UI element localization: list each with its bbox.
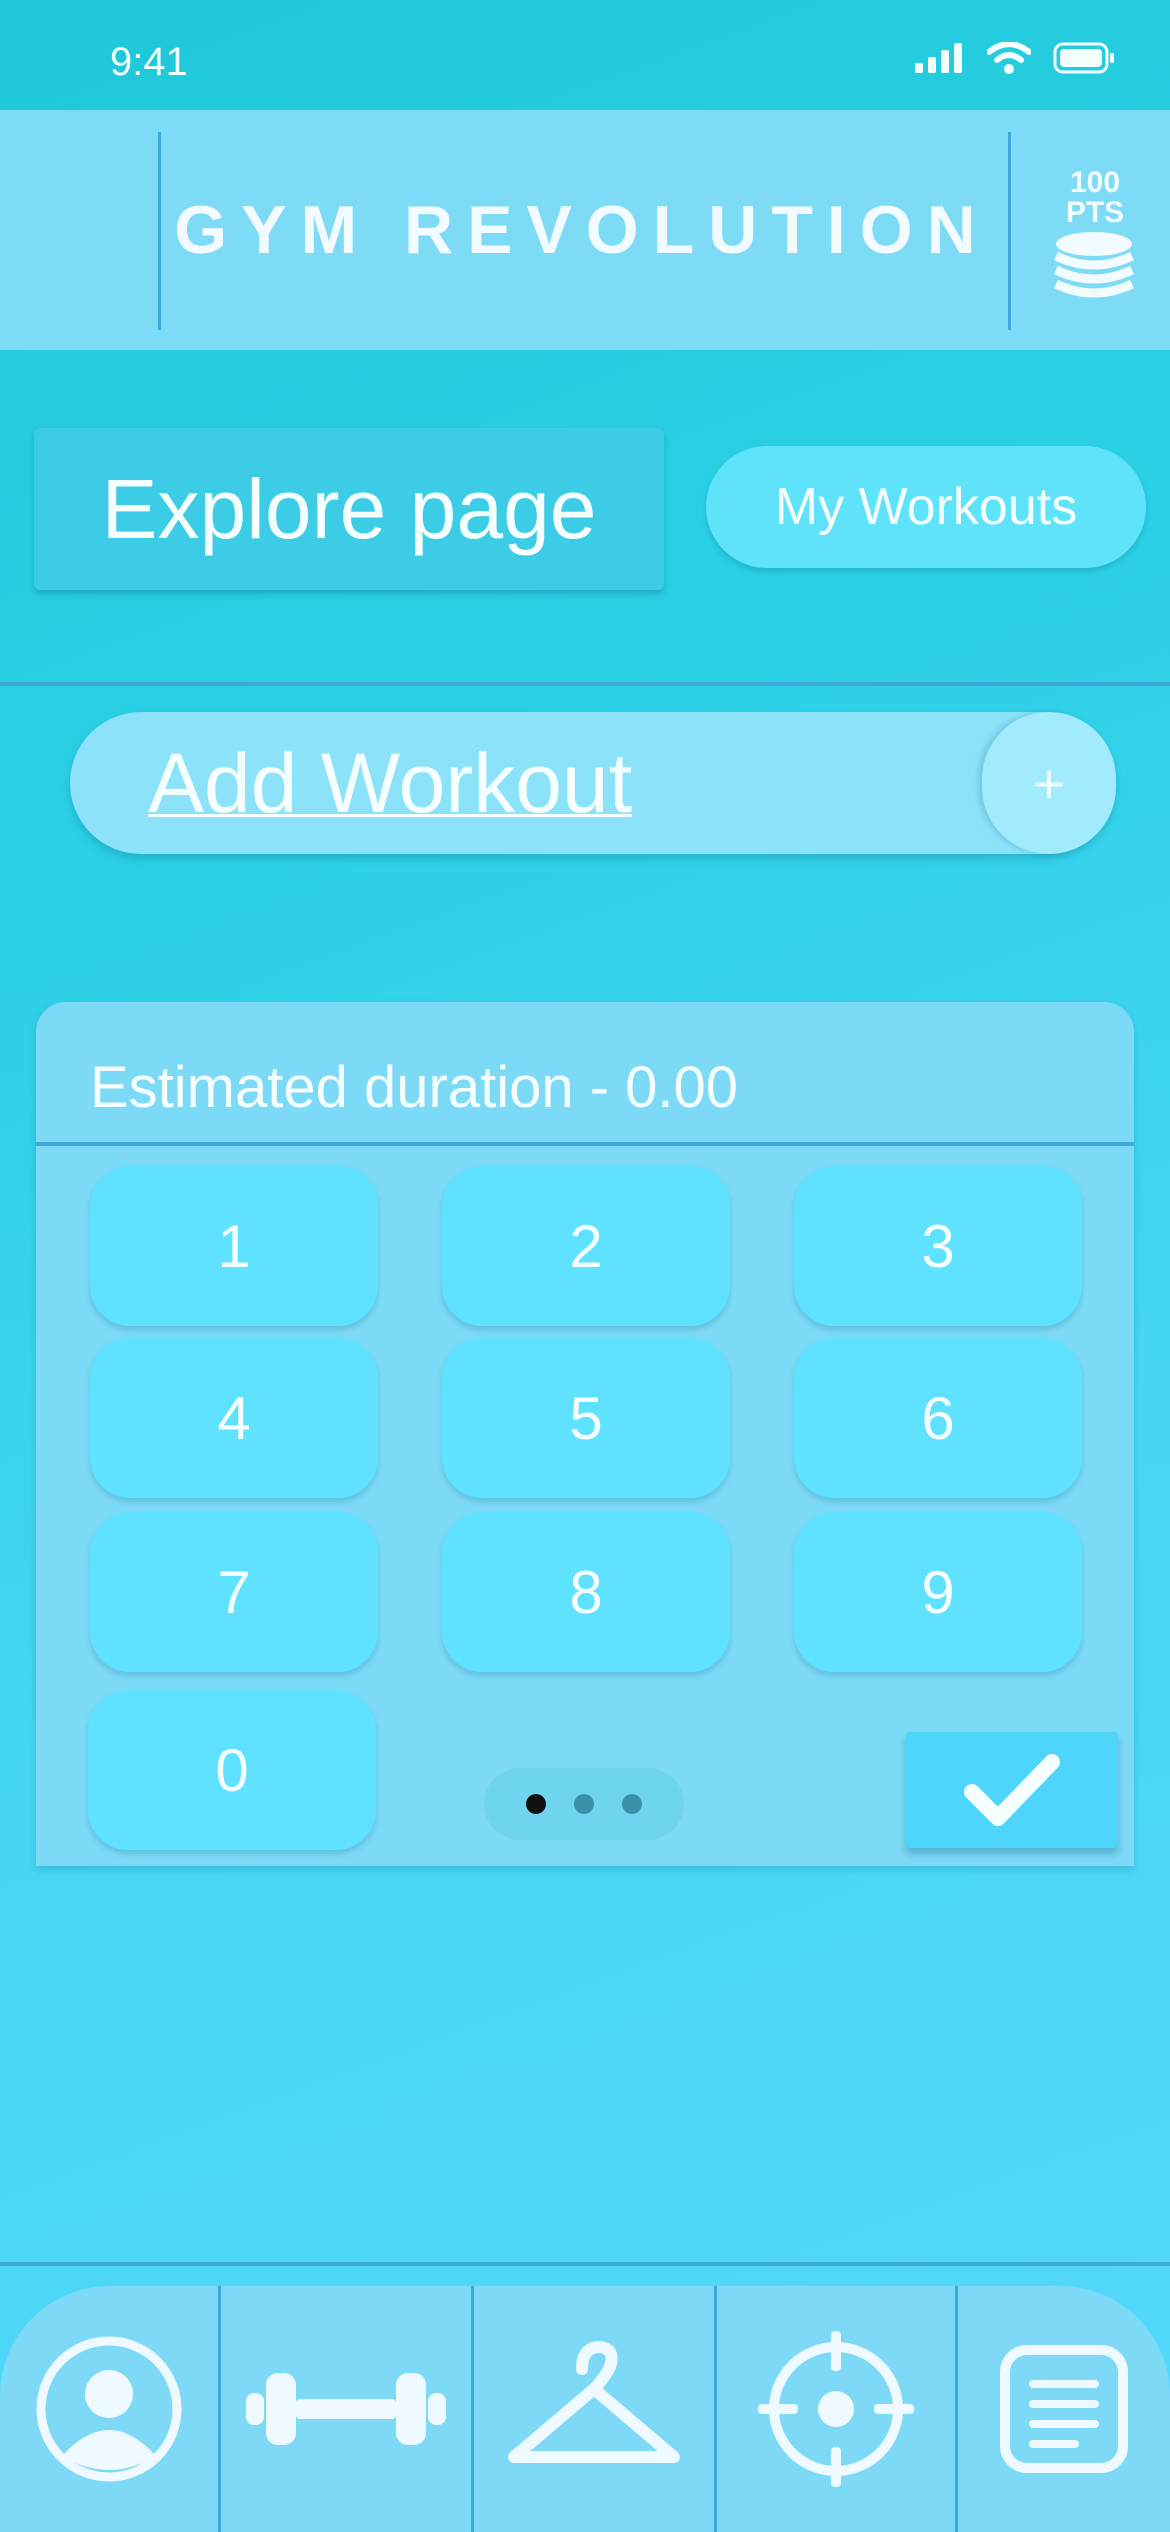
nav-menu[interactable] <box>958 2286 1170 2532</box>
target-icon <box>758 2331 914 2487</box>
header-divider <box>158 132 161 330</box>
status-time: 9:41 <box>110 40 188 84</box>
wifi-icon <box>987 42 1031 74</box>
keypad-key-7[interactable]: 7 <box>90 1512 378 1672</box>
list-icon <box>1000 2345 1128 2473</box>
plus-icon[interactable]: + <box>982 712 1116 854</box>
add-workout-label: Add Workout <box>148 736 633 830</box>
section-divider <box>0 682 1170 686</box>
estimated-duration-label: Estimated duration - 0.00 <box>90 1055 739 1120</box>
nav-divider-line <box>0 2262 1170 2266</box>
status-bar: 9:41 <box>0 0 1170 110</box>
battery-icon <box>1053 42 1114 74</box>
nav-profile[interactable] <box>0 2286 218 2532</box>
keypad-key-5[interactable]: 5 <box>442 1338 730 1498</box>
points-unit: PTS <box>1065 196 1125 229</box>
card-divider <box>36 1142 1134 1146</box>
cellular-signal-icon <box>915 43 962 73</box>
keypad-key-2[interactable]: 2 <box>442 1166 730 1326</box>
tab-explore-page[interactable]: Explore page <box>34 428 664 590</box>
page-dot[interactable] <box>622 1794 642 1814</box>
add-workout-button[interactable]: Add Workout + <box>70 712 1116 854</box>
page-dot[interactable] <box>574 1794 594 1814</box>
keypad-key-0[interactable]: 0 <box>88 1690 376 1850</box>
checkmark-icon <box>964 1754 1060 1826</box>
header-divider <box>1008 132 1011 330</box>
duration-keypad-card: Estimated duration - 0.00 1 2 3 4 5 6 7 … <box>36 1002 1134 1866</box>
points-display[interactable]: 100 PTS <box>1040 168 1150 228</box>
page-dot[interactable] <box>526 1794 546 1814</box>
nav-wardrobe[interactable] <box>474 2286 714 2532</box>
keypad-key-1[interactable]: 1 <box>90 1166 378 1326</box>
tab-my-workouts[interactable]: My Workouts <box>706 446 1146 568</box>
nav-workouts[interactable] <box>221 2286 471 2532</box>
app-title: GYM REVOLUTION <box>174 192 990 268</box>
confirm-button[interactable] <box>906 1732 1118 1848</box>
app-header: GYM REVOLUTION 100 PTS <box>0 110 1170 350</box>
page-indicator[interactable] <box>484 1768 684 1840</box>
keypad-key-6[interactable]: 6 <box>794 1338 1082 1498</box>
bottom-nav <box>0 2286 1170 2532</box>
keypad-key-8[interactable]: 8 <box>442 1512 730 1672</box>
keypad-key-4[interactable]: 4 <box>90 1338 378 1498</box>
keypad-key-9[interactable]: 9 <box>794 1512 1082 1672</box>
coins-stack-icon <box>1054 232 1134 298</box>
points-value: 100 <box>1069 166 1121 199</box>
nav-goals[interactable] <box>717 2286 955 2532</box>
keypad-key-3[interactable]: 3 <box>794 1166 1082 1326</box>
profile-icon <box>36 2336 182 2482</box>
dumbbell-icon <box>246 2373 446 2445</box>
hanger-icon <box>508 2341 680 2463</box>
